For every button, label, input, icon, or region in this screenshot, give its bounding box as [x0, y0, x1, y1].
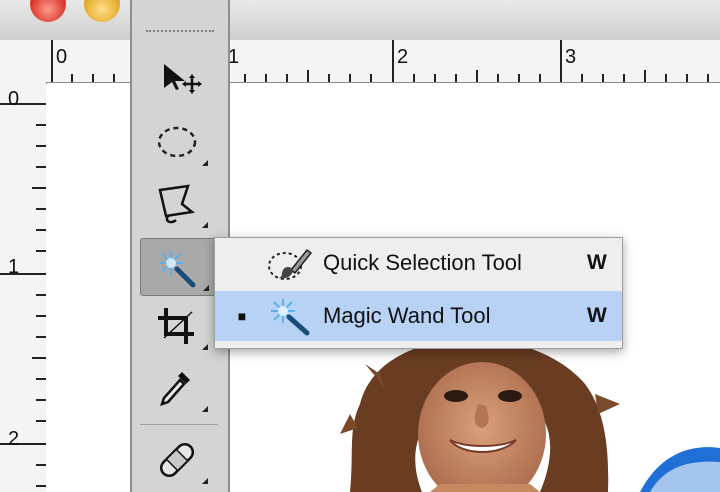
document-photo [340, 344, 720, 492]
vruler-label-2: 2 [8, 428, 20, 450]
ruler-label-2: 2 [397, 46, 409, 68]
quick-selection-icon [263, 240, 319, 286]
crop-icon [158, 308, 194, 344]
child-photo-image [340, 344, 720, 492]
magic-wand-icon [159, 251, 196, 288]
vertical-ruler-ticks [0, 103, 46, 487]
horizontal-ruler[interactable]: 0 1 2 3 [0, 40, 720, 83]
ruler-label-0: 0 [56, 46, 68, 68]
move-icon [164, 64, 202, 94]
vruler-label-0: 0 [8, 88, 20, 110]
magic-wand-tool-button[interactable] [140, 238, 216, 296]
elliptical-marquee-icon [157, 126, 197, 158]
menu-item-magic-wand[interactable]: ■ Magic Wand Tool W [215, 291, 622, 341]
check-mark-icon: ■ [237, 308, 247, 324]
bandage-icon [159, 442, 195, 478]
minimize-window-button[interactable] [84, 0, 120, 22]
crop-tool-button[interactable] [140, 298, 214, 354]
tool-flyout-indicator [202, 160, 208, 166]
polygonal-lasso-icon [158, 184, 196, 224]
tool-flyout-indicator [202, 406, 208, 412]
panel-grip[interactable] [146, 30, 214, 38]
magic-wand-icon [263, 293, 319, 339]
vruler-label-1: 1 [8, 256, 20, 278]
eyedropper-icon [160, 372, 190, 406]
tool-flyout-indicator [202, 344, 208, 350]
move-tool-button[interactable] [140, 48, 214, 104]
horizontal-ruler-ticks [51, 40, 709, 82]
eyedropper-tool-button[interactable] [140, 360, 214, 416]
menu-item-shortcut: W [587, 251, 607, 274]
menu-item-label: Magic Wand Tool [323, 303, 491, 328]
ruler-label-3: 3 [565, 46, 577, 68]
close-window-button[interactable] [30, 0, 66, 22]
tool-flyout-indicator [203, 285, 209, 291]
menu-item-label: Quick Selection Tool [323, 250, 522, 275]
healing-brush-tool-button[interactable] [140, 432, 214, 488]
tool-flyout-indicator [202, 222, 208, 228]
menu-item-shortcut: W [587, 304, 607, 327]
vertical-ruler[interactable]: 0 1 2 [0, 82, 47, 492]
tools-separator [140, 424, 218, 425]
tool-flyout-menu: Quick Selection Tool W ■ Magic Wand Tool… [214, 237, 623, 349]
menu-item-quick-selection[interactable]: Quick Selection Tool W [215, 238, 622, 288]
lasso-tool-button[interactable] [140, 176, 214, 232]
marquee-tool-button[interactable] [140, 114, 214, 170]
tool-flyout-indicator [202, 478, 208, 484]
window-titlebar [0, 0, 720, 41]
